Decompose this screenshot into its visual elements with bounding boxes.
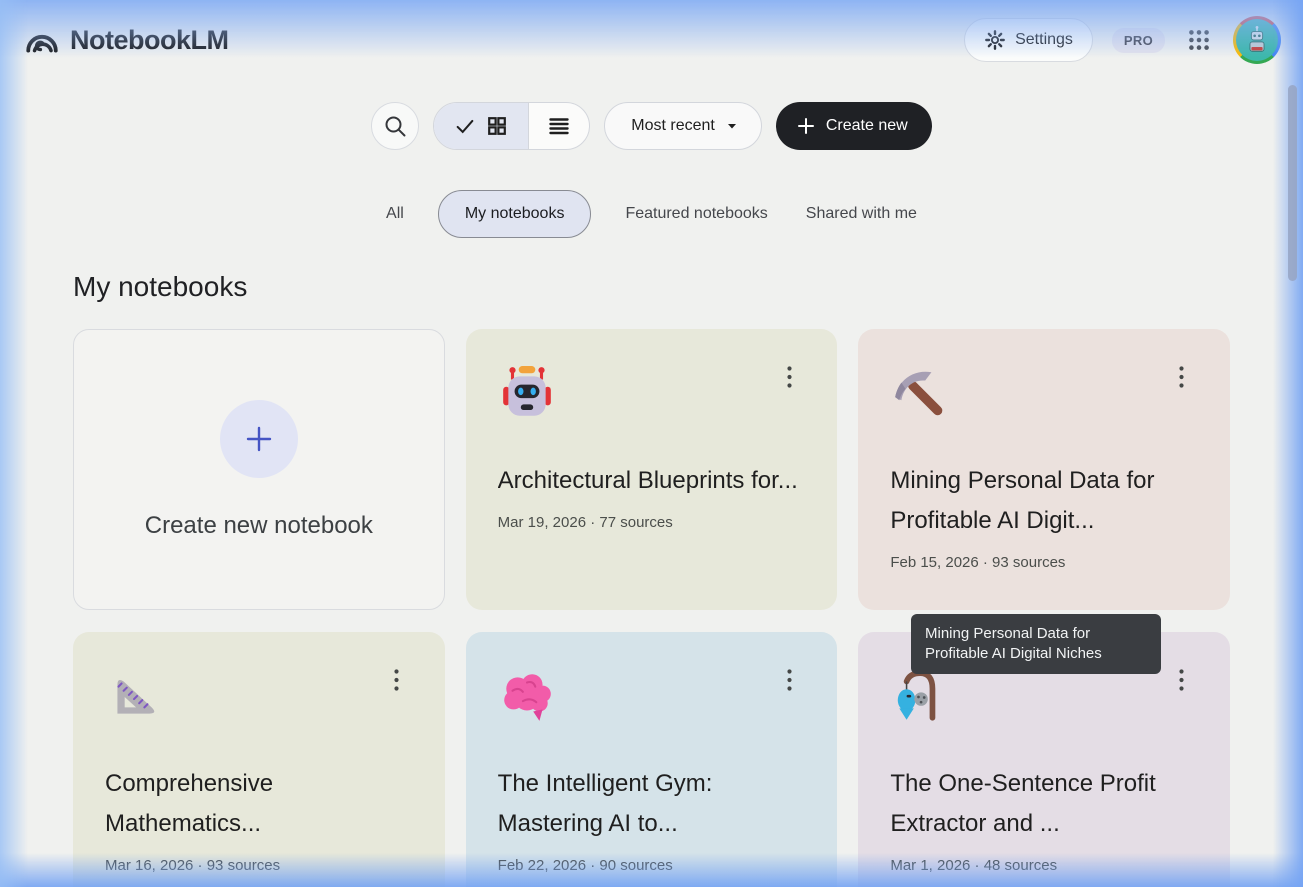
notebook-card[interactable]: Mining Personal Data for Profitable AI D… [858,329,1230,610]
search-button[interactable] [371,102,419,150]
notebook-menu-button[interactable] [1168,361,1196,393]
search-icon [383,114,407,138]
grid-view-segment-selected[interactable] [434,103,529,149]
sort-dropdown[interactable]: Most recent [604,102,762,150]
notebook-title: Mining Personal Data for Profitable AI D… [890,461,1198,541]
triangle-ruler-icon [105,668,163,726]
notebook-title: Architectural Blueprints for... [498,461,806,501]
create-card-label: Create new notebook [145,512,373,540]
avatar-robot-image [1236,19,1278,61]
notebook-title: The One-Sentence Profit Extractor and ..… [890,764,1198,844]
check-icon [454,115,476,137]
notebook-title-tooltip: Mining Personal Data for Profitable AI D… [911,614,1161,674]
tab-all[interactable]: All [382,190,408,238]
brand[interactable]: NotebookLM [24,24,228,56]
header: NotebookLM Settings PRO [0,0,1303,80]
notebook-meta: Feb 15, 2026 · 93 sources [890,554,1198,571]
page-title: My notebooks [73,271,1230,303]
settings-label: Settings [1015,31,1073,49]
brain-icon [498,668,556,726]
notebook-card[interactable]: The Intelligent Gym: Mastering AI to... … [466,632,838,887]
kebab-icon [1179,669,1184,691]
google-apps-button[interactable] [1184,25,1214,55]
pickaxe-icon [890,365,948,423]
grid-view-icon [486,115,508,137]
notebook-card[interactable]: Comprehensive Mathematics... Mar 16, 202… [73,632,445,887]
account-avatar[interactable] [1233,16,1281,64]
plus-circle [220,400,298,478]
notebook-card[interactable]: Architectural Blueprints for... Mar 19, … [466,329,838,610]
pro-badge: PRO [1112,28,1165,53]
notebook-meta: Mar 1, 2026 · 48 sources [890,857,1198,874]
kebab-icon [1179,366,1184,388]
dropdown-arrow-icon [725,119,739,133]
notebooklm-logo-icon [24,24,60,56]
notebook-meta: Mar 16, 2026 · 93 sources [105,857,413,874]
sort-dropdown-label: Most recent [631,117,715,135]
scrollbar-thumb[interactable] [1288,85,1297,281]
notebook-menu-button[interactable] [775,664,803,696]
notebook-title: Comprehensive Mathematics... [105,764,413,844]
kebab-icon [787,669,792,691]
tab-my-notebooks[interactable]: My notebooks [438,190,592,238]
create-new-label: Create new [826,117,908,135]
kebab-icon [394,669,399,691]
notebook-meta: Feb 22, 2026 · 90 sources [498,857,806,874]
notebook-meta: Mar 19, 2026 · 77 sources [498,514,806,531]
create-new-notebook-card[interactable]: Create new notebook [73,329,445,610]
app-title: NotebookLM [70,25,228,56]
notebook-grid: Create new notebook Architectural Bluepr… [73,329,1230,887]
view-toggle [433,102,590,150]
list-view-segment[interactable] [529,103,589,149]
plus-icon [244,424,274,454]
notebook-menu-button[interactable] [383,664,411,696]
robot-icon [498,365,556,423]
gear-icon [984,29,1006,51]
tab-shared-with-me[interactable]: Shared with me [802,190,921,238]
create-new-button[interactable]: Create new [776,102,932,150]
notebook-menu-button[interactable] [775,361,803,393]
filter-tabs: All My notebooks Featured notebooks Shar… [0,190,1303,238]
main-content: My notebooks Create new notebook [73,271,1230,887]
plus-icon [796,116,816,136]
settings-button[interactable]: Settings [964,18,1093,62]
apps-grid-icon [1186,27,1212,53]
toolbar: Most recent Create new [0,102,1303,150]
tab-featured-notebooks[interactable]: Featured notebooks [621,190,771,238]
list-view-icon [547,114,571,138]
kebab-icon [787,366,792,388]
fishing-pole-icon [890,668,948,726]
notebook-title: The Intelligent Gym: Mastering AI to... [498,764,806,844]
notebook-menu-button[interactable] [1168,664,1196,696]
